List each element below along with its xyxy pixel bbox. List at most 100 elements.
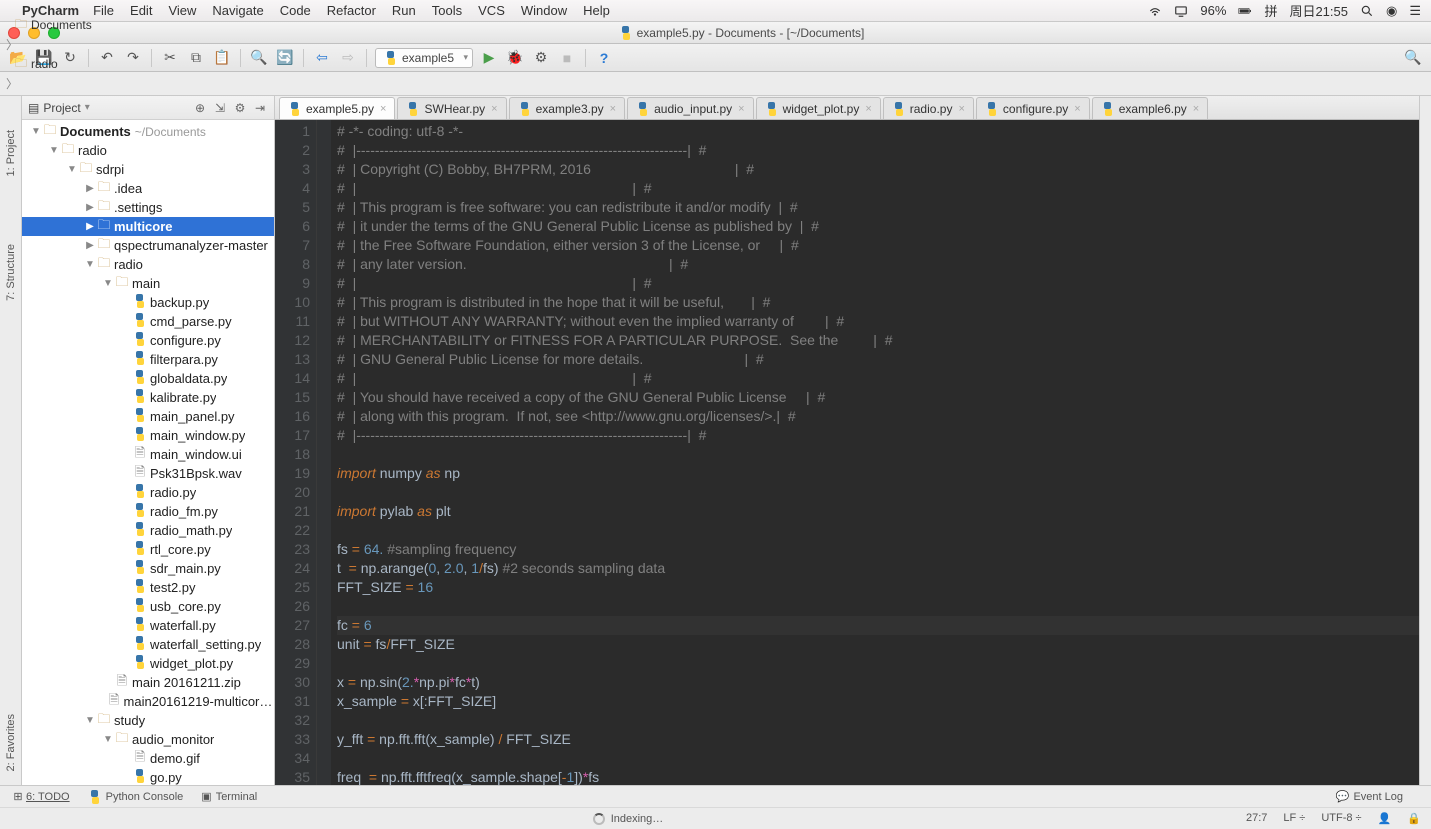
tree-row[interactable]: sdr_main.py xyxy=(22,559,274,578)
clock[interactable]: 周日21:55 xyxy=(1289,1,1348,20)
code-line[interactable]: # | | # xyxy=(337,274,1419,293)
settings-icon[interactable]: ⚙ xyxy=(232,101,248,115)
code-line[interactable]: # | but WITHOUT ANY WARRANTY; without ev… xyxy=(337,312,1419,331)
editor-tab[interactable]: example5.py× xyxy=(279,97,395,119)
code-line[interactable]: # | This program is free software: you c… xyxy=(337,198,1419,217)
editor-tab[interactable]: example6.py× xyxy=(1092,97,1208,119)
tree-row[interactable]: 🗎main_window.ui xyxy=(22,445,274,464)
tree-row[interactable]: ▼🗀radio xyxy=(22,141,274,160)
lock-icon[interactable]: 🔒 xyxy=(1407,812,1421,825)
breadcrumb-item[interactable]: 🗀 radio xyxy=(8,53,99,75)
menu-item-edit[interactable]: Edit xyxy=(130,3,152,18)
search-everywhere-button[interactable]: 🔍 xyxy=(1403,48,1423,68)
close-tab-icon[interactable]: × xyxy=(1074,103,1080,115)
code-line[interactable]: fc = 6 xyxy=(337,616,1419,635)
editor-tab[interactable]: audio_input.py× xyxy=(627,97,754,119)
tree-row[interactable]: widget_plot.py xyxy=(22,654,274,673)
tree-row[interactable]: ▶🗀.settings xyxy=(22,198,274,217)
tree-row[interactable]: ▼🗀audio_monitor xyxy=(22,730,274,749)
tree-row[interactable]: 🗎Psk31Bpsk.wav xyxy=(22,464,274,483)
paste-button[interactable]: 📋 xyxy=(212,48,232,68)
code-line[interactable]: # | This program is distributed in the h… xyxy=(337,293,1419,312)
spotlight-icon[interactable] xyxy=(1360,4,1374,18)
code-line[interactable]: # | GNU General Public License for more … xyxy=(337,350,1419,369)
code-line[interactable]: # | the Free Software Foundation, either… xyxy=(337,236,1419,255)
code-line[interactable] xyxy=(337,445,1419,464)
tree-row[interactable]: 🗎main20161219-multicore.zip xyxy=(22,692,274,711)
fold-column[interactable] xyxy=(317,120,331,785)
menu-item-vcs[interactable]: VCS xyxy=(478,3,505,18)
close-tab-icon[interactable]: × xyxy=(491,103,497,115)
code-line[interactable]: x_sample = x[:FFT_SIZE] xyxy=(337,692,1419,711)
menu-item-refactor[interactable]: Refactor xyxy=(327,3,376,18)
code-line[interactable]: import numpy as np xyxy=(337,464,1419,483)
structure-tool-tab[interactable]: 7: Structure xyxy=(3,240,19,305)
line-number-gutter[interactable]: 1234567891011121314151617181920212223242… xyxy=(275,120,317,785)
tree-row[interactable]: rtl_core.py xyxy=(22,540,274,559)
code-line[interactable]: # | | # xyxy=(337,369,1419,388)
code-line[interactable]: fs = 64. #sampling frequency xyxy=(337,540,1419,559)
close-tab-icon[interactable]: × xyxy=(958,103,964,115)
tree-row[interactable]: ▶🗀.idea xyxy=(22,179,274,198)
event-log-tab[interactable]: 💬 Event Log xyxy=(1336,790,1403,803)
help-button[interactable]: ? xyxy=(594,48,614,68)
tree-row[interactable]: 🗎main 20161211.zip xyxy=(22,673,274,692)
tree-row[interactable]: radio_fm.py xyxy=(22,502,274,521)
tree-row[interactable]: waterfall_setting.py xyxy=(22,635,274,654)
code-line[interactable]: y_fft = np.fft.fft(x_sample) / FFT_SIZE xyxy=(337,730,1419,749)
code-line[interactable] xyxy=(337,483,1419,502)
menu-item-help[interactable]: Help xyxy=(583,3,610,18)
tree-row[interactable]: usb_core.py xyxy=(22,597,274,616)
code-line[interactable] xyxy=(337,711,1419,730)
redo-button[interactable]: ↷ xyxy=(123,48,143,68)
code-line[interactable] xyxy=(337,654,1419,673)
code-line[interactable] xyxy=(337,521,1419,540)
menu-item-code[interactable]: Code xyxy=(280,3,311,18)
project-tool-tab[interactable]: 1: Project xyxy=(3,126,19,180)
expand-open-icon[interactable]: ▼ xyxy=(66,164,78,175)
tree-row[interactable]: kalibrate.py xyxy=(22,388,274,407)
code-line[interactable]: # | any later version. | # xyxy=(337,255,1419,274)
expand-closed-icon[interactable]: ▶ xyxy=(84,183,96,194)
hide-panel-icon[interactable]: ⇥ xyxy=(252,101,268,115)
terminal-tab[interactable]: ▣ Terminal xyxy=(201,790,257,803)
expand-open-icon[interactable]: ▼ xyxy=(30,126,42,137)
find-button[interactable]: 🔍 xyxy=(249,48,269,68)
menu-item-view[interactable]: View xyxy=(168,3,196,18)
code-line[interactable]: # |-------------------------------------… xyxy=(337,426,1419,445)
wifi-icon[interactable] xyxy=(1148,4,1162,18)
run-configuration-select[interactable]: example5 xyxy=(375,48,473,68)
tree-row[interactable]: main_window.py xyxy=(22,426,274,445)
tree-row[interactable]: go.py xyxy=(22,768,274,785)
tree-row[interactable]: ▶🗀multicore xyxy=(22,217,274,236)
code-line[interactable]: unit = fs/FFT_SIZE xyxy=(337,635,1419,654)
code-line[interactable]: # | it under the terms of the GNU Genera… xyxy=(337,217,1419,236)
replace-button[interactable]: 🔄 xyxy=(275,48,295,68)
tree-row[interactable]: radio.py xyxy=(22,483,274,502)
code-line[interactable]: # | | # xyxy=(337,179,1419,198)
battery-icon[interactable] xyxy=(1238,4,1252,18)
tree-row[interactable]: ▼🗀sdrpi xyxy=(22,160,274,179)
run-button[interactable]: ▶ xyxy=(479,48,499,68)
tool-window-toggle-icon[interactable]: ⊞ xyxy=(10,790,26,803)
screen-icon[interactable] xyxy=(1174,4,1188,18)
code-line[interactable] xyxy=(337,749,1419,768)
editor-tab[interactable]: configure.py× xyxy=(976,97,1090,119)
menu-item-window[interactable]: Window xyxy=(521,3,567,18)
tree-row[interactable]: ▶🗀qspectrumanalyzer-master xyxy=(22,236,274,255)
line-separator[interactable]: LF ÷ xyxy=(1283,812,1305,825)
favorites-tool-tab[interactable]: 2: Favorites xyxy=(3,710,19,775)
inspection-icon[interactable]: 👤 xyxy=(1378,812,1392,825)
code-line[interactable]: t = np.arange(0, 2.0, 1/fs) #2 seconds s… xyxy=(337,559,1419,578)
tree-row[interactable]: radio_math.py xyxy=(22,521,274,540)
tree-row[interactable]: configure.py xyxy=(22,331,274,350)
tree-row[interactable]: waterfall.py xyxy=(22,616,274,635)
menu-item-run[interactable]: Run xyxy=(392,3,416,18)
close-tab-icon[interactable]: × xyxy=(380,103,386,115)
back-button[interactable]: ⇦ xyxy=(312,48,332,68)
input-method-icon[interactable]: 拼 xyxy=(1264,1,1277,20)
editor-tab[interactable]: widget_plot.py× xyxy=(756,97,881,119)
breadcrumb-item[interactable]: 🗀 Documents xyxy=(8,14,99,36)
code-line[interactable] xyxy=(337,597,1419,616)
editor-tab[interactable]: example3.py× xyxy=(509,97,625,119)
